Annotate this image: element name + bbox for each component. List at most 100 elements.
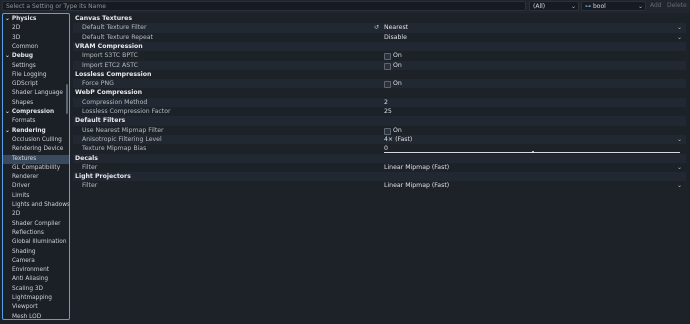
revert-icon[interactable]: ↺: [374, 23, 379, 32]
dropdown-value: 4× (Fast): [384, 135, 413, 143]
property-number-field[interactable]: 25: [382, 107, 684, 116]
property-row: Use Nearest Mipmap Filter On: [73, 126, 686, 135]
bool-type-icon: ⊶: [585, 3, 591, 10]
dropdown-value: Linear Mipmap (Fast): [384, 163, 450, 171]
tree-item-label: Lights and Shadows: [12, 202, 70, 208]
tree-item[interactable]: Camera: [3, 257, 69, 266]
dropdown-value: Linear Mipmap (Fast): [384, 182, 450, 190]
property-label: Default Texture Repeat: [82, 33, 153, 41]
chevron-down-icon: ⌄: [676, 24, 682, 32]
property-row: Import ETC2 ASTC On: [73, 60, 686, 70]
tree-item[interactable]: GL Compatibility: [3, 164, 69, 173]
property-dropdown[interactable]: ↺ Nearest ⌄: [374, 23, 684, 32]
settings-tree[interactable]: ⌄ Physics 2D 3D Common ⌄ Debug Settings File L…: [2, 13, 70, 320]
type-dropdown[interactable]: ⊶ bool ⌄: [581, 1, 646, 11]
tree-item[interactable]: Settings: [3, 62, 69, 71]
tree-item[interactable]: Rendering Device: [3, 145, 69, 154]
property-dropdown[interactable]: Disable ⌄: [382, 33, 684, 42]
checkbox-icon[interactable]: [384, 62, 391, 70]
property-dropdown[interactable]: 4× (Fast) ⌄: [382, 135, 684, 144]
tree-item[interactable]: Mesh LOD: [3, 313, 69, 320]
tree-item-label: Debug: [11, 53, 34, 60]
section-header: Default Filters: [73, 116, 686, 126]
tree-item[interactable]: Textures: [3, 154, 69, 164]
checkbox-label: On: [393, 126, 402, 134]
tree-item-label: Mesh LOD: [12, 313, 42, 320]
property-number-field[interactable]: 2: [382, 98, 684, 107]
tree-item-label: Scaling 3D: [12, 285, 43, 292]
tree-item[interactable]: Lights and Shadows: [3, 201, 70, 210]
section-header: Canvas Textures: [73, 14, 686, 23]
chevron-down-icon: ⌄: [637, 3, 643, 10]
property-slider[interactable]: 0: [382, 144, 684, 154]
property-dropdown[interactable]: Linear Mipmap (Fast) ⌄: [382, 181, 684, 190]
toolbar: Select a Setting or Type its Name (All) …: [0, 0, 690, 13]
chevron-down-icon: ⌄: [676, 163, 682, 171]
property-checkbox[interactable]: On: [382, 126, 684, 135]
tree-item[interactable]: Limits: [3, 192, 69, 201]
tree-item[interactable]: Renderer: [3, 173, 69, 182]
chevron-down-icon[interactable]: ⌄: [5, 53, 12, 59]
chevron-down-icon: ⌄: [676, 33, 682, 41]
delete-button[interactable]: Delete: [667, 1, 687, 11]
tree-item[interactable]: GDScript: [3, 80, 69, 89]
section-header: Light Projectors: [73, 172, 686, 182]
tree-item-label: Lightmapping: [12, 295, 52, 301]
tree-item-label: Limits: [12, 192, 30, 199]
tree-item[interactable]: 2D: [3, 210, 69, 219]
filter-value: (All): [533, 3, 546, 10]
chevron-down-icon[interactable]: ⌄: [5, 128, 12, 134]
tree-item[interactable]: Shapes: [3, 99, 69, 108]
section-header: Lossless Compression: [73, 70, 686, 79]
tree-item[interactable]: 2D: [3, 24, 69, 33]
section-title: Lossless Compression: [75, 70, 152, 78]
tree-item-label: 3D: [12, 34, 21, 41]
section-title: Light Projectors: [75, 173, 131, 181]
checkbox-icon[interactable]: [384, 127, 391, 135]
type-value: bool: [593, 3, 606, 10]
tree-item[interactable]: Scaling 3D: [3, 285, 69, 294]
tree-item[interactable]: Shading: [3, 248, 69, 257]
tree-item[interactable]: Environment: [3, 266, 69, 275]
tree-item[interactable]: Shader Compiler: [3, 220, 69, 229]
tree-item[interactable]: 3D: [3, 34, 69, 43]
chevron-down-icon[interactable]: ⌄: [5, 16, 12, 22]
tree-category[interactable]: ⌄ Debug: [3, 52, 65, 61]
property-checkbox[interactable]: On: [382, 61, 684, 70]
tree-category[interactable]: ⌄ Rendering: [3, 127, 65, 136]
section-header: VRAM Compression: [73, 41, 686, 52]
add-button[interactable]: Add: [650, 1, 662, 11]
tree-item[interactable]: Formats: [3, 117, 69, 126]
search-input[interactable]: Select a Setting or Type its Name: [2, 1, 526, 11]
property-label: Texture Mipmap Bias: [82, 145, 147, 153]
property-checkbox[interactable]: On: [382, 51, 684, 61]
property-dropdown[interactable]: Linear Mipmap (Fast) ⌄: [382, 163, 684, 172]
filter-dropdown[interactable]: (All) ⌄: [529, 1, 579, 11]
property-checkbox[interactable]: On: [382, 79, 684, 89]
tree-item[interactable]: File Logging: [3, 71, 69, 80]
tree-item[interactable]: Reflections: [3, 229, 69, 238]
property-row: Lossless Compression Factor 25: [73, 107, 686, 116]
tree-item-label: Shading: [12, 248, 36, 255]
tree-item[interactable]: Lightmapping: [3, 294, 69, 303]
chevron-down-icon[interactable]: ⌄: [5, 109, 12, 115]
tree-item[interactable]: Common: [3, 43, 69, 52]
number-value: 25: [384, 108, 392, 115]
tree-item[interactable]: Global Illumination: [3, 238, 69, 247]
tree-item[interactable]: Viewport: [3, 303, 69, 312]
property-label: Filter: [82, 182, 98, 190]
tree-category[interactable]: ⌄ Compression: [3, 108, 65, 117]
tree-item[interactable]: Occlusion Culling: [3, 136, 69, 145]
tree-item[interactable]: Driver: [3, 182, 69, 191]
tree-item[interactable]: Shader Language: [3, 89, 69, 98]
tree-item-label: Viewport: [12, 304, 38, 311]
section-title: Decals: [75, 154, 98, 162]
checkbox-icon[interactable]: [384, 53, 391, 61]
tree-item-label: GL Compatibility: [12, 164, 61, 171]
checkbox-icon[interactable]: [384, 81, 391, 89]
tree-item[interactable]: Anti Aliasing: [3, 275, 69, 284]
property-row: Import S3TC BPTC On: [73, 51, 686, 61]
tree-item-label: Rendering Device: [12, 146, 64, 153]
tree-category[interactable]: ⌄ Physics: [3, 15, 65, 24]
property-label: Import S3TC BPTC: [82, 52, 138, 60]
